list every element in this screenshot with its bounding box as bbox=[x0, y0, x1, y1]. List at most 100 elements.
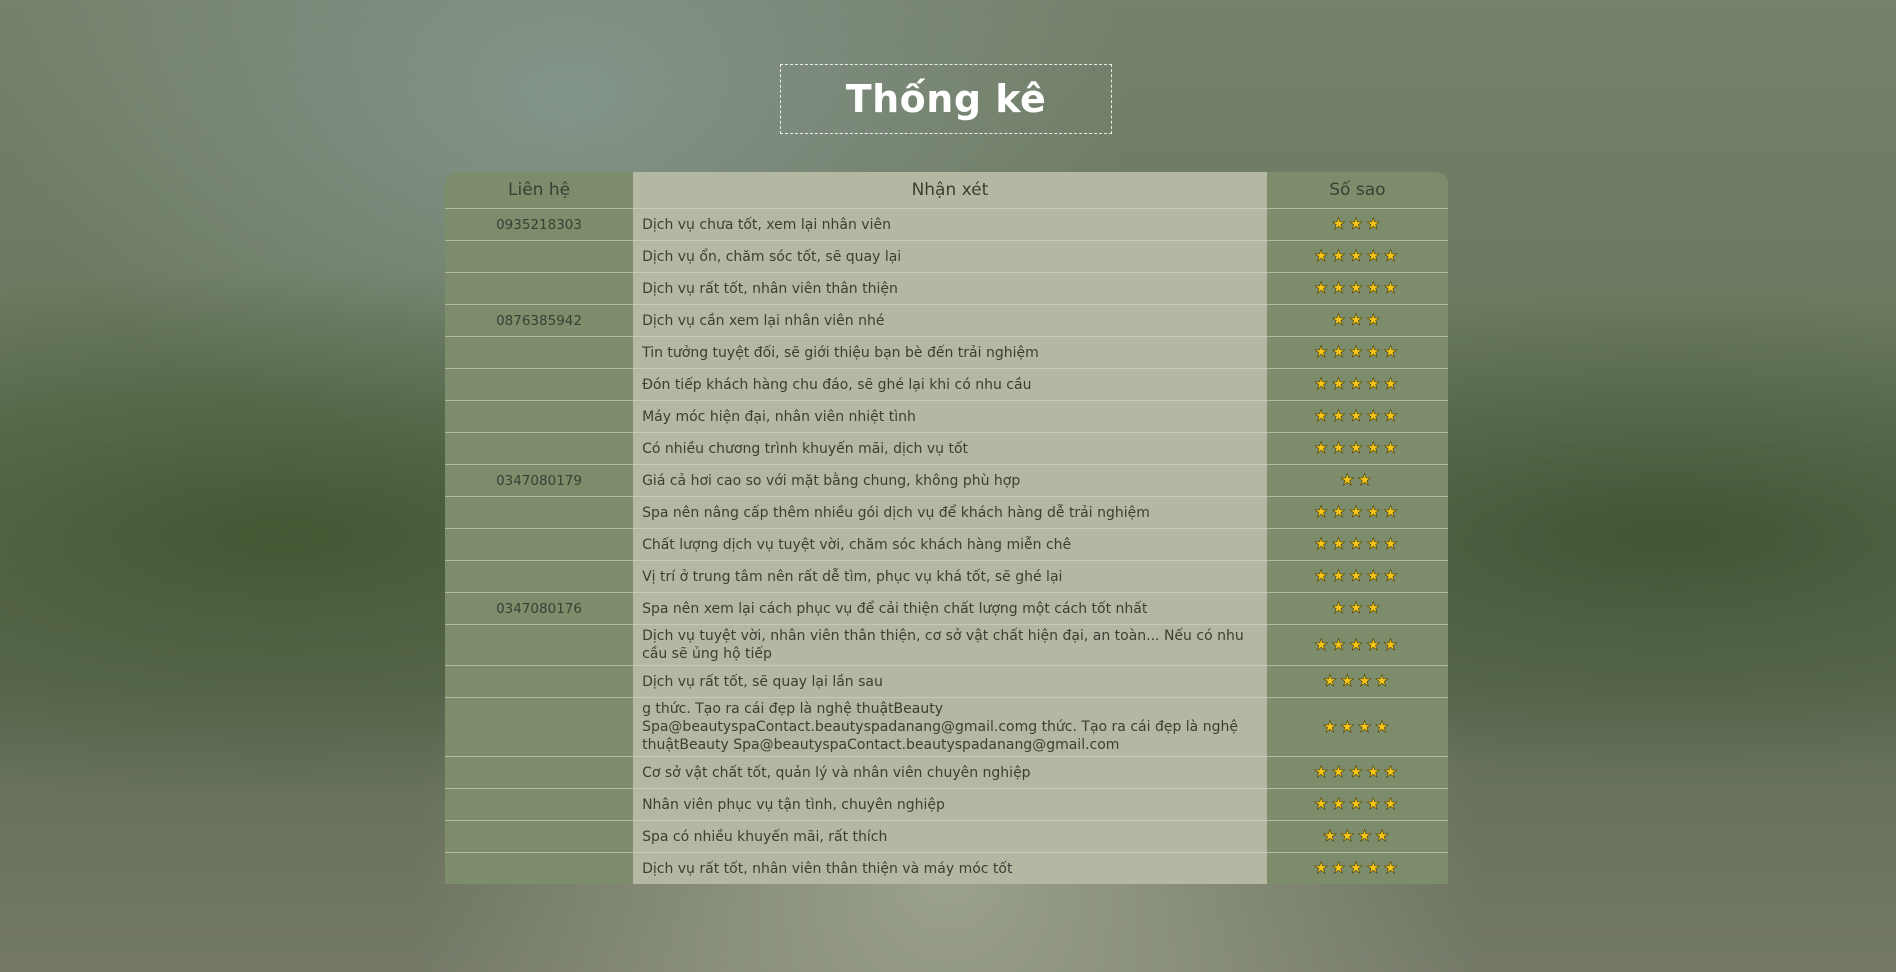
stars-cell: ★★★★ bbox=[1266, 820, 1448, 853]
table-row: Tin tưởng tuyệt đối, sẽ giới thiệu bạn b… bbox=[445, 336, 1448, 369]
stars-cell: ★★★★★ bbox=[1266, 368, 1448, 401]
table-row: Spa có nhiều khuyến mãi, rất thích ★★★★ bbox=[445, 820, 1448, 853]
header-review: Nhận xét bbox=[633, 172, 1267, 209]
table-row: Dịch vụ rất tốt, nhân viên thân thiện và… bbox=[445, 852, 1448, 884]
contact-cell bbox=[445, 788, 634, 821]
review-cell: Dịch vụ tuyệt vời, nhân viên thân thiện,… bbox=[633, 624, 1267, 666]
table-row: Nhân viên phục vụ tận tình, chuyên nghiệ… bbox=[445, 788, 1448, 821]
contact-cell bbox=[445, 624, 634, 666]
contact-cell bbox=[445, 272, 634, 305]
star-rating-icon: ★★ bbox=[1340, 470, 1375, 489]
stars-cell: ★★★★ bbox=[1266, 697, 1448, 757]
table-row: Máy móc hiện đại, nhân viên nhiệt tình ★… bbox=[445, 400, 1448, 433]
review-cell: Dịch vụ cần xem lại nhân viên nhé bbox=[633, 304, 1267, 337]
contact-cell: 0876385942 bbox=[445, 304, 634, 337]
contact-cell: 0347080179 bbox=[445, 464, 634, 497]
review-cell: Dịch vụ chưa tốt, xem lại nhân viên bbox=[633, 208, 1267, 241]
stars-cell: ★★★★★ bbox=[1266, 788, 1448, 821]
stars-cell: ★★ bbox=[1266, 464, 1448, 497]
review-cell: Dịch vụ rất tốt, nhân viên thân thiện bbox=[633, 272, 1267, 305]
stars-cell: ★★★★★ bbox=[1266, 240, 1448, 273]
stars-cell: ★★★★★ bbox=[1266, 496, 1448, 529]
stars-cell: ★★★ bbox=[1266, 304, 1448, 337]
table-row: 0347080176 Spa nên xem lại cách phục vụ … bbox=[445, 592, 1448, 625]
page-title: Thống kê bbox=[845, 77, 1047, 121]
star-rating-icon: ★★★★★ bbox=[1314, 534, 1401, 553]
star-rating-icon: ★★★★★ bbox=[1314, 374, 1401, 393]
star-rating-icon: ★★★★ bbox=[1322, 716, 1393, 736]
stars-cell: ★★★★ bbox=[1266, 665, 1448, 698]
contact-cell bbox=[445, 560, 634, 593]
review-cell: Nhân viên phục vụ tận tình, chuyên nghiệ… bbox=[633, 788, 1267, 821]
star-rating-icon: ★★★ bbox=[1331, 598, 1384, 617]
star-rating-icon: ★★★★★ bbox=[1314, 634, 1401, 654]
table-row: g thức. Tạo ra cái đẹp là nghệ thuậtBeau… bbox=[445, 697, 1448, 757]
review-cell: Giá cả hơi cao so với mặt bằng chung, kh… bbox=[633, 464, 1267, 497]
star-rating-icon: ★★★ bbox=[1331, 310, 1384, 329]
contact-cell bbox=[445, 496, 634, 529]
stars-cell: ★★★★★ bbox=[1266, 852, 1448, 884]
star-rating-icon: ★★★★★ bbox=[1314, 794, 1401, 813]
contact-cell bbox=[445, 697, 634, 757]
contact-cell bbox=[445, 368, 634, 401]
contact-cell bbox=[445, 756, 634, 789]
star-rating-icon: ★★★★★ bbox=[1314, 762, 1401, 781]
star-rating-icon: ★★★★★ bbox=[1314, 502, 1401, 521]
review-cell: Spa nên nâng cấp thêm nhiều gói dịch vụ … bbox=[633, 496, 1267, 529]
review-cell: Đón tiếp khách hàng chu đáo, sẽ ghé lại … bbox=[633, 368, 1267, 401]
table-row: Spa nên nâng cấp thêm nhiều gói dịch vụ … bbox=[445, 496, 1448, 529]
table-row: Dịch vụ rất tốt, nhân viên thân thiện ★★… bbox=[445, 272, 1448, 305]
contact-cell bbox=[445, 432, 634, 465]
contact-cell: 0347080176 bbox=[445, 592, 634, 625]
contact-cell bbox=[445, 240, 634, 273]
review-cell: Tin tưởng tuyệt đối, sẽ giới thiệu bạn b… bbox=[633, 336, 1267, 369]
table-row: Dịch vụ ổn, chăm sóc tốt, sẽ quay lại ★★… bbox=[445, 240, 1448, 273]
contact-cell bbox=[445, 820, 634, 853]
review-cell: Dịch vụ ổn, chăm sóc tốt, sẽ quay lại bbox=[633, 240, 1267, 273]
star-rating-icon: ★★★★★ bbox=[1314, 438, 1401, 457]
table-row: 0876385942 Dịch vụ cần xem lại nhân viên… bbox=[445, 304, 1448, 337]
star-rating-icon: ★★★★★ bbox=[1314, 278, 1401, 297]
header-contact: Liên hệ bbox=[445, 172, 634, 209]
star-rating-icon: ★★★★★ bbox=[1314, 342, 1401, 361]
review-cell: Cơ sở vật chất tốt, quản lý và nhân viên… bbox=[633, 756, 1267, 789]
stars-cell: ★★★★★ bbox=[1266, 560, 1448, 593]
review-cell: Spa có nhiều khuyến mãi, rất thích bbox=[633, 820, 1267, 853]
stars-cell: ★★★★★ bbox=[1266, 272, 1448, 305]
table-row: Dịch vụ tuyệt vời, nhân viên thân thiện,… bbox=[445, 624, 1448, 666]
stars-cell: ★★★★★ bbox=[1266, 528, 1448, 561]
review-cell: Có nhiều chương trình khuyến mãi, dịch v… bbox=[633, 432, 1267, 465]
star-rating-icon: ★★★ bbox=[1331, 214, 1384, 233]
contact-cell bbox=[445, 852, 634, 884]
star-rating-icon: ★★★★★ bbox=[1314, 858, 1401, 877]
table-row: Chất lượng dịch vụ tuyệt vời, chăm sóc k… bbox=[445, 528, 1448, 561]
header-stars: Số sao bbox=[1266, 172, 1448, 209]
stars-cell: ★★★ bbox=[1266, 592, 1448, 625]
stars-cell: ★★★ bbox=[1266, 208, 1448, 241]
table-header-row: Liên hệ Nhận xét Số sao bbox=[445, 172, 1448, 209]
review-cell: Dịch vụ rất tốt, nhân viên thân thiện và… bbox=[633, 852, 1267, 884]
statistics-table: Liên hệ Nhận xét Số sao 0935218303 Dịch … bbox=[445, 172, 1448, 884]
stars-cell: ★★★★★ bbox=[1266, 432, 1448, 465]
table-row: Vị trí ở trung tâm nên rất dễ tìm, phục … bbox=[445, 560, 1448, 593]
table-row: Đón tiếp khách hàng chu đáo, sẽ ghé lại … bbox=[445, 368, 1448, 401]
table-row: Cơ sở vật chất tốt, quản lý và nhân viên… bbox=[445, 756, 1448, 789]
star-rating-icon: ★★★★★ bbox=[1314, 246, 1401, 265]
title-box: Thống kê bbox=[780, 64, 1112, 134]
table-row: 0935218303 Dịch vụ chưa tốt, xem lại nhâ… bbox=[445, 208, 1448, 241]
star-rating-icon: ★★★★★ bbox=[1314, 566, 1401, 585]
table-row: Dịch vụ rất tốt, sẽ quay lại lần sau ★★★… bbox=[445, 665, 1448, 698]
review-cell: Vị trí ở trung tâm nên rất dễ tìm, phục … bbox=[633, 560, 1267, 593]
star-rating-icon: ★★★★★ bbox=[1314, 406, 1401, 425]
star-rating-icon: ★★★★ bbox=[1322, 826, 1393, 845]
stars-cell: ★★★★★ bbox=[1266, 624, 1448, 666]
contact-cell bbox=[445, 665, 634, 698]
contact-cell bbox=[445, 336, 634, 369]
star-rating-icon: ★★★★ bbox=[1322, 671, 1393, 690]
stars-cell: ★★★★★ bbox=[1266, 756, 1448, 789]
contact-cell bbox=[445, 528, 634, 561]
review-cell: Chất lượng dịch vụ tuyệt vời, chăm sóc k… bbox=[633, 528, 1267, 561]
review-cell: Máy móc hiện đại, nhân viên nhiệt tình bbox=[633, 400, 1267, 433]
table-row: 0347080179 Giá cả hơi cao so với mặt bằn… bbox=[445, 464, 1448, 497]
table-row: Có nhiều chương trình khuyến mãi, dịch v… bbox=[445, 432, 1448, 465]
